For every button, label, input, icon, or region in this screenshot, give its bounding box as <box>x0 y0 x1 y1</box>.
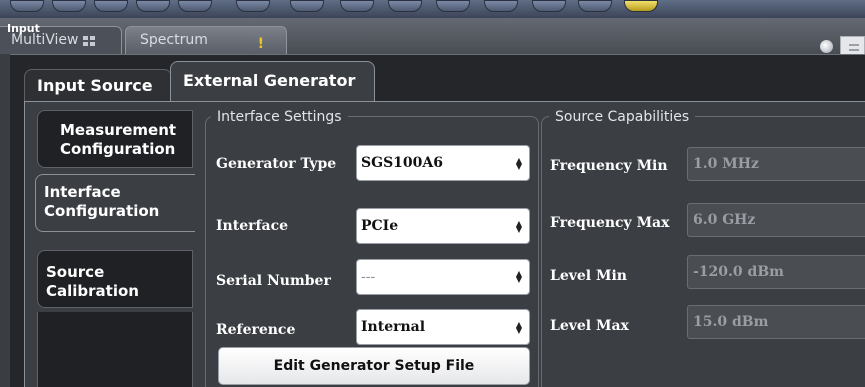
app-tab-bar: MultiView Spectrum ! <box>0 18 865 60</box>
frequency-max-label: Frequency Max <box>550 215 670 231</box>
side-tab-source-calibration[interactable]: Source Calibration <box>37 250 193 308</box>
side-tab-label: Source Calibration <box>46 263 139 300</box>
level-min-field: -120.0 dBm <box>687 255 865 289</box>
side-tab-interface-configuration[interactable]: Interface Configuration <box>35 174 195 232</box>
updown-arrows-icon: ▲ ▼ <box>515 155 523 171</box>
external-generator-panel: Measurement Configuration Interface Conf… <box>24 101 865 387</box>
interface-settings-group: Interface Settings Generator Type SGS100… <box>205 109 539 387</box>
serial-number-label: Serial Number <box>216 273 331 289</box>
frequency-min-label: Frequency Min <box>550 158 668 174</box>
reference-label: Reference <box>216 322 296 338</box>
toolbar-button[interactable] <box>578 0 612 12</box>
tab-input-source[interactable]: Input Source <box>24 69 172 101</box>
generator-type-label: Generator Type <box>216 156 337 172</box>
group-title: Source Capabilities <box>549 109 696 125</box>
level-min-label: Level Min <box>550 268 627 284</box>
interface-select[interactable]: PCIe ▲ ▼ <box>356 208 530 244</box>
serial-number-value: --- <box>361 269 376 285</box>
side-tab-filler <box>37 312 193 387</box>
side-tab-measurement-configuration[interactable]: Measurement Configuration <box>37 110 193 168</box>
level-max-label: Level Max <box>550 318 629 334</box>
dialog-title: Input <box>7 22 40 35</box>
source-capabilities-group: Source Capabilities Frequency Min 1.0 MH… <box>541 109 865 387</box>
toolbar-button[interactable] <box>178 0 212 12</box>
toolbar-button[interactable] <box>290 0 324 12</box>
generator-type-value: SGS100A6 <box>361 155 444 171</box>
tab-spectrum[interactable]: Spectrum ! <box>125 26 287 54</box>
toolbar-button-highlighted[interactable] <box>624 0 658 12</box>
toolbar-button[interactable] <box>532 0 566 12</box>
toolbar-button[interactable] <box>52 0 86 12</box>
updown-arrows-icon: ▲ ▼ <box>515 319 523 335</box>
tab-spectrum-label: Spectrum <box>140 32 208 48</box>
frequency-max-field: 6.0 GHz <box>687 203 865 237</box>
updown-arrows-icon: ▲ ▼ <box>515 218 523 234</box>
group-title: Interface Settings <box>211 109 348 125</box>
toolbar-button[interactable] <box>136 0 170 12</box>
toolbar-button[interactable] <box>340 0 374 12</box>
background-strip <box>0 54 10 387</box>
toolbar-button[interactable] <box>484 0 518 12</box>
toolbar-button[interactable] <box>388 0 422 12</box>
toolbar-button[interactable] <box>94 0 128 12</box>
toolbar-button[interactable] <box>436 0 470 12</box>
grid-icon <box>83 36 95 46</box>
app-toolbar <box>0 0 865 18</box>
reference-value: Internal <box>361 319 426 335</box>
toolbar-button[interactable] <box>10 0 44 12</box>
interface-label: Interface <box>216 218 289 234</box>
toolbar-button[interactable] <box>236 0 270 12</box>
tab-external-generator[interactable]: External Generator <box>170 61 375 101</box>
level-max-field: 15.0 dBm <box>687 305 865 339</box>
side-tab-label: Measurement Configuration <box>60 121 177 158</box>
side-tab-label: Interface Configuration <box>44 183 160 220</box>
generator-type-select[interactable]: SGS100A6 ▲ ▼ <box>356 145 530 181</box>
updown-arrows-icon: ▲ ▼ <box>515 269 523 284</box>
edit-generator-setup-file-button[interactable]: Edit Generator Setup File <box>218 347 530 385</box>
input-dialog: Input Source External Generator Measurem… <box>10 54 865 387</box>
frequency-min-field: 1.0 MHz <box>687 147 865 181</box>
status-indicator-icon <box>820 40 833 53</box>
serial-number-select[interactable]: --- ▲ ▼ <box>356 259 530 295</box>
reference-select[interactable]: Internal ▲ ▼ <box>356 309 530 345</box>
interface-value: PCIe <box>361 218 399 234</box>
